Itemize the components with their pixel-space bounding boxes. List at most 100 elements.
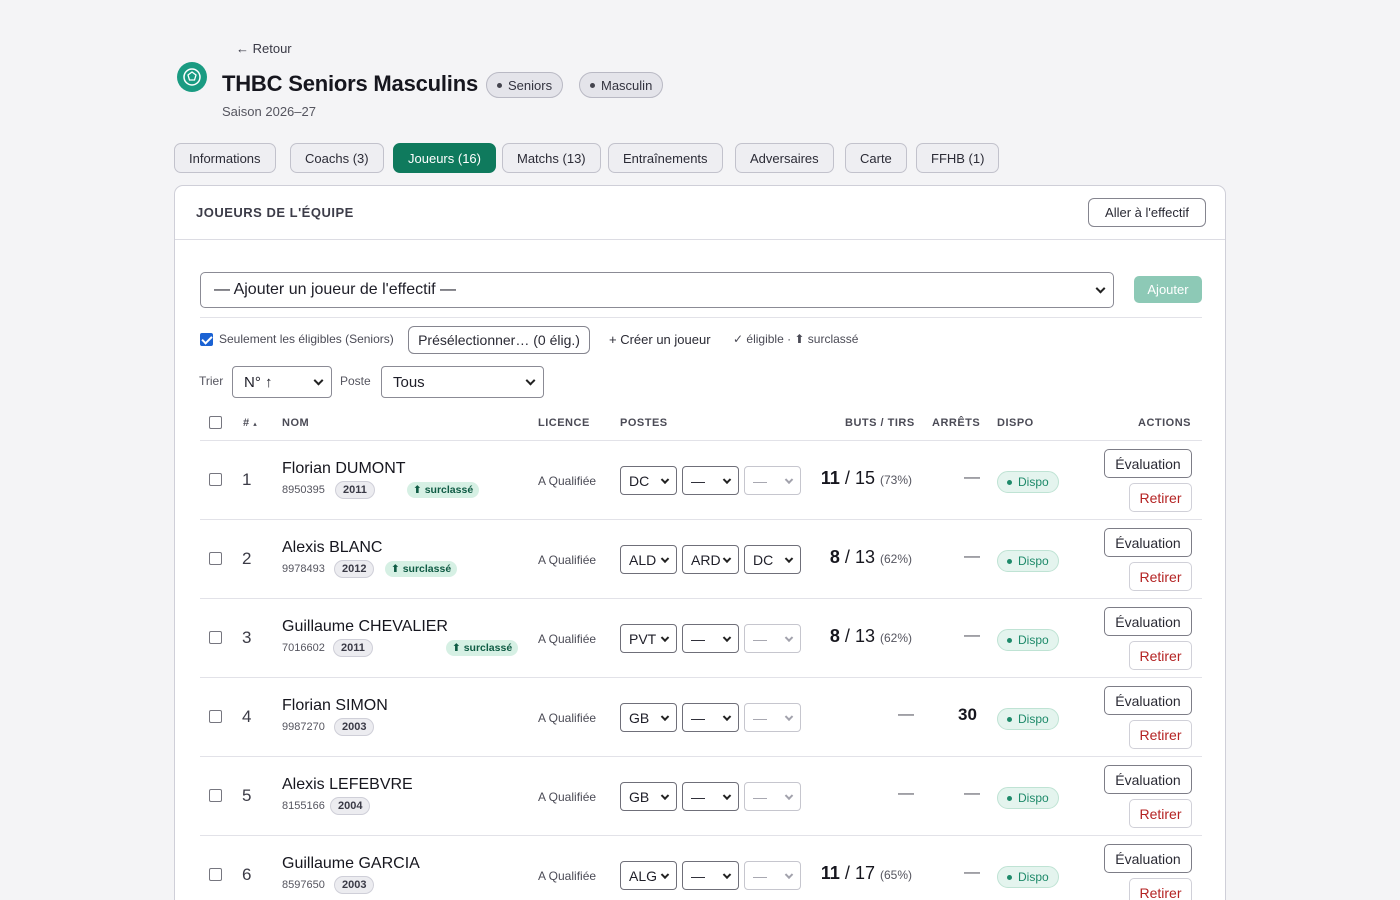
licence-status: A Qualifiée xyxy=(538,474,597,488)
goto-roster-button[interactable]: Aller à l'effectif xyxy=(1088,198,1206,227)
tab-informations[interactable]: Informations xyxy=(174,143,276,173)
tab-coachs[interactable]: Coachs (3) xyxy=(290,143,384,173)
poste-3-select[interactable]: — xyxy=(744,624,801,653)
tab-joueurs[interactable]: Joueurs (16) xyxy=(393,143,496,173)
team-logo-icon xyxy=(177,62,207,92)
player-name[interactable]: Alexis BLANC xyxy=(282,539,382,557)
birth-year-badge: 2011 xyxy=(333,639,373,657)
chevron-down-icon xyxy=(722,475,732,484)
chevron-down-icon xyxy=(722,554,732,563)
player-name[interactable]: Guillaume CHEVALIER xyxy=(282,618,448,636)
remove-button[interactable]: Retirer xyxy=(1129,483,1192,512)
evaluation-button[interactable]: Évaluation xyxy=(1104,844,1192,873)
row-checkbox[interactable] xyxy=(209,789,222,802)
eligible-only-checkbox[interactable] xyxy=(200,333,213,346)
poste-3-select[interactable]: — xyxy=(744,861,801,890)
player-name[interactable]: Guillaume GARCIA xyxy=(282,855,420,873)
licence-number: 8950395 xyxy=(282,484,325,496)
poste-2-select[interactable]: — xyxy=(682,782,739,811)
evaluation-button[interactable]: Évaluation xyxy=(1104,528,1192,557)
poste-1-select[interactable]: GB xyxy=(620,782,677,811)
gender-badge: Masculin xyxy=(579,72,664,98)
poste-1-select[interactable]: PVT xyxy=(620,624,677,653)
tab-matchs[interactable]: Matchs (13) xyxy=(502,143,601,173)
sort-label: Trier xyxy=(199,374,224,388)
poste-3-select[interactable]: — xyxy=(744,466,801,495)
evaluation-button[interactable]: Évaluation xyxy=(1104,449,1192,478)
evaluation-button[interactable]: Évaluation xyxy=(1104,765,1192,794)
saves-value: — xyxy=(964,864,980,881)
poste-1-select[interactable]: ALD xyxy=(620,545,677,574)
remove-button[interactable]: Retirer xyxy=(1129,720,1192,749)
poste-1-select[interactable]: ALG xyxy=(620,861,677,890)
remove-button[interactable]: Retirer xyxy=(1129,641,1192,670)
poste-2-select[interactable]: — xyxy=(682,624,739,653)
evaluation-button[interactable]: Évaluation xyxy=(1104,686,1192,715)
sort-select[interactable]: N° ↑ xyxy=(232,366,332,398)
poste-2-select[interactable]: — xyxy=(682,861,739,890)
table-row: 3 Guillaume CHEVALIER 7016602 2011 ⬆ sur… xyxy=(200,598,1202,677)
licence-status: A Qualifiée xyxy=(538,790,597,804)
licence-number: 9987270 xyxy=(282,721,325,733)
col-postes-header: POSTES xyxy=(620,417,668,429)
poste-2-select[interactable]: — xyxy=(682,703,739,732)
poste-3-select[interactable]: — xyxy=(744,782,801,811)
chevron-down-icon xyxy=(660,712,670,721)
saves-value: — xyxy=(964,627,980,644)
licence-number: 9978493 xyxy=(282,563,325,575)
select-all-checkbox[interactable] xyxy=(209,416,222,429)
player-number: 4 xyxy=(242,707,252,726)
tab-ffhb[interactable]: FFHB (1) xyxy=(916,143,1000,173)
licence-status: A Qualifiée xyxy=(538,869,597,883)
chevron-down-icon xyxy=(660,633,670,642)
preselect-button[interactable]: Présélectionner… (0 élig.) xyxy=(408,326,590,354)
eligibility-legend: ✓ éligible · ⬆ surclassé xyxy=(733,332,859,346)
back-link[interactable]: ← Retour xyxy=(236,41,292,56)
table-row: 1 Florian DUMONT 8950395 2011 ⬆ surclass… xyxy=(200,440,1202,519)
panel-title: JOUEURS DE L'ÉQUIPE xyxy=(196,205,354,220)
poste-1-select[interactable]: DC xyxy=(620,466,677,495)
add-player-select[interactable]: — Ajouter un joueur de l'effectif — xyxy=(200,272,1114,308)
row-checkbox[interactable] xyxy=(209,710,222,723)
remove-button[interactable]: Retirer xyxy=(1129,562,1192,591)
row-checkbox[interactable] xyxy=(209,631,222,644)
remove-button[interactable]: Retirer xyxy=(1129,878,1192,900)
licence-status: A Qualifiée xyxy=(538,632,597,646)
col-name-header: NOM xyxy=(282,417,310,429)
player-number: 3 xyxy=(242,628,252,647)
row-checkbox[interactable] xyxy=(209,868,222,881)
add-player-button[interactable]: Ajouter xyxy=(1134,276,1202,303)
evaluation-button[interactable]: Évaluation xyxy=(1104,607,1192,636)
row-checkbox[interactable] xyxy=(209,473,222,486)
goals-shots: 8 / 13 (62%) xyxy=(829,547,912,567)
col-actions-header: ACTIONS xyxy=(1138,417,1191,429)
poste-label: Poste xyxy=(340,374,371,388)
player-name[interactable]: Florian SIMON xyxy=(282,697,388,715)
dispo-badge: Dispo xyxy=(997,550,1059,572)
saves-value: — xyxy=(964,785,980,802)
tab-adversaires[interactable]: Adversaires xyxy=(735,143,834,173)
licence-status: A Qualifiée xyxy=(538,553,597,567)
create-player-link[interactable]: + Créer un joueur xyxy=(609,332,711,347)
poste-3-select[interactable]: — xyxy=(744,703,801,732)
poste-2-select[interactable]: ARD xyxy=(682,545,739,574)
col-buts-header: BUTS / TIRS xyxy=(845,417,915,429)
poste-filter-select[interactable]: Tous xyxy=(381,366,544,398)
col-num-header[interactable]: # ▴ xyxy=(243,417,257,429)
chevron-down-icon xyxy=(784,475,794,484)
birth-year-badge: 2004 xyxy=(330,797,371,815)
tab-entrainements[interactable]: Entraînements xyxy=(608,143,723,173)
dispo-badge: Dispo xyxy=(997,471,1059,493)
tab-carte[interactable]: Carte xyxy=(845,143,907,173)
birth-year-badge: 2012 xyxy=(334,560,375,578)
poste-2-select[interactable]: — xyxy=(682,466,739,495)
poste-3-select[interactable]: DC xyxy=(744,545,801,574)
remove-button[interactable]: Retirer xyxy=(1129,799,1192,828)
chevron-down-icon xyxy=(784,791,794,800)
saves-value: — xyxy=(964,548,980,565)
player-name[interactable]: Alexis LEFEBVRE xyxy=(282,776,413,794)
poste-1-select[interactable]: GB xyxy=(620,703,677,732)
player-name[interactable]: Florian DUMONT xyxy=(282,460,406,478)
goals-shots: — xyxy=(898,706,914,723)
row-checkbox[interactable] xyxy=(209,552,222,565)
